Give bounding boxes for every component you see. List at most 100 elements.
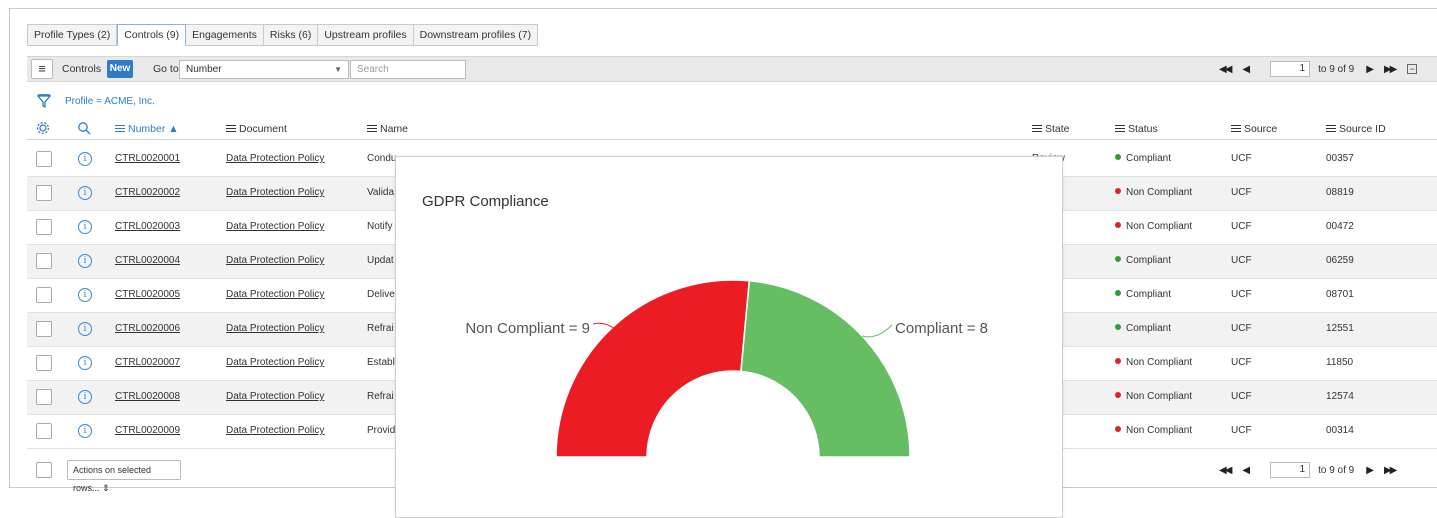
column-header-row: Number ▲ Document Name State Status Sour…: [27, 118, 1437, 140]
control-number-link[interactable]: CTRL0020003: [115, 221, 180, 232]
control-number-link[interactable]: CTRL0020004: [115, 255, 180, 266]
page-range-text: to 9 of 9: [1318, 464, 1355, 476]
info-icon[interactable]: i: [78, 186, 92, 200]
new-button[interactable]: New: [107, 60, 133, 78]
column-header-state[interactable]: State: [1032, 123, 1070, 135]
status-dot-icon: [1115, 290, 1121, 296]
control-number-link[interactable]: CTRL0020006: [115, 323, 180, 334]
tab-engagements[interactable]: Engagements: [186, 24, 264, 46]
row-checkbox[interactable]: [36, 321, 52, 337]
row-checkbox[interactable]: [36, 185, 52, 201]
gear-icon[interactable]: [36, 121, 50, 135]
info-icon[interactable]: i: [78, 254, 92, 268]
document-link[interactable]: Data Protection Policy: [226, 425, 324, 436]
first-page-icon[interactable]: ◀◀: [1219, 64, 1232, 75]
status-dot-icon: [1115, 188, 1121, 194]
column-menu-icon[interactable]: [1326, 125, 1336, 132]
row-checkbox[interactable]: [36, 423, 52, 439]
document-link[interactable]: Data Protection Policy: [226, 323, 324, 334]
document-link[interactable]: Data Protection Policy: [226, 153, 324, 164]
info-icon[interactable]: i: [78, 424, 92, 438]
control-number-link[interactable]: CTRL0020007: [115, 357, 180, 368]
pager-bottom: ◀◀ ◀ 1 to 9 of 9 ▶ ▶▶: [1219, 462, 1397, 478]
column-header-document[interactable]: Document: [226, 123, 287, 135]
filter-breadcrumb: Profile = ACME, Inc.: [37, 92, 155, 110]
row-checkbox[interactable]: [36, 355, 52, 371]
info-icon[interactable]: i: [78, 390, 92, 404]
tab-risks[interactable]: Risks (6): [263, 24, 319, 46]
control-number-link[interactable]: CTRL0020001: [115, 153, 180, 164]
row-checkbox[interactable]: [36, 151, 52, 167]
pager-top: ◀◀ ◀ 1 to 9 of 9 ▶ ▶▶ −: [1219, 61, 1418, 77]
column-menu-icon[interactable]: [226, 125, 236, 132]
column-header-source[interactable]: Source: [1231, 123, 1277, 135]
column-header-label: Source: [1244, 123, 1278, 135]
document-link[interactable]: Data Protection Policy: [226, 221, 324, 232]
status-dot-icon: [1115, 358, 1121, 364]
source-value: UCF: [1231, 357, 1252, 368]
tab-downstream-profiles[interactable]: Downstream profiles (7): [413, 24, 539, 46]
status-label: Compliant: [1126, 323, 1172, 334]
prev-page-icon[interactable]: ◀: [1242, 465, 1250, 476]
filter-condition[interactable]: Profile = ACME, Inc.: [65, 96, 155, 107]
info-icon[interactable]: i: [78, 322, 92, 336]
info-icon[interactable]: i: [78, 152, 92, 166]
column-menu-icon[interactable]: [367, 125, 377, 132]
control-number-link[interactable]: CTRL0020009: [115, 425, 180, 436]
control-number-link[interactable]: CTRL0020005: [115, 289, 180, 300]
control-name: Establ: [367, 357, 395, 368]
source-value: UCF: [1231, 153, 1252, 164]
status-dot-icon: [1115, 392, 1121, 398]
column-header-number[interactable]: Number ▲: [115, 123, 179, 135]
source-value: UCF: [1231, 221, 1252, 232]
column-header-status[interactable]: Status: [1115, 123, 1158, 135]
prev-page-icon[interactable]: ◀: [1242, 64, 1250, 75]
info-icon[interactable]: i: [78, 356, 92, 370]
column-header-name[interactable]: Name: [367, 123, 408, 135]
tab-profile-types[interactable]: Profile Types (2): [27, 24, 118, 46]
info-icon[interactable]: i: [78, 288, 92, 302]
last-page-icon[interactable]: ▶▶: [1384, 465, 1397, 476]
filter-icon[interactable]: [37, 94, 51, 108]
last-page-icon[interactable]: ▶▶: [1384, 64, 1397, 75]
row-checkbox[interactable]: [36, 287, 52, 303]
control-number-link[interactable]: CTRL0020002: [115, 187, 180, 198]
status-dot-icon: [1115, 256, 1121, 262]
document-link[interactable]: Data Protection Policy: [226, 289, 324, 300]
document-link[interactable]: Data Protection Policy: [226, 187, 324, 198]
first-page-icon[interactable]: ◀◀: [1219, 465, 1232, 476]
collapse-icon[interactable]: −: [1407, 64, 1418, 74]
document-link[interactable]: Data Protection Policy: [226, 255, 324, 266]
document-link[interactable]: Data Protection Policy: [226, 391, 324, 402]
column-menu-icon[interactable]: [1115, 125, 1125, 132]
page-number-input[interactable]: 1: [1270, 61, 1311, 77]
select-all-checkbox[interactable]: [36, 462, 52, 478]
tab-controls[interactable]: Controls (9): [117, 24, 187, 46]
search-icon[interactable]: [77, 121, 91, 135]
page-number-input[interactable]: 1: [1270, 462, 1311, 478]
next-page-icon[interactable]: ▶: [1366, 64, 1374, 75]
hamburger-icon[interactable]: ≡: [31, 59, 53, 79]
row-checkbox[interactable]: [36, 253, 52, 269]
column-menu-icon[interactable]: [1032, 125, 1042, 132]
column-menu-icon[interactable]: [115, 125, 125, 132]
document-link[interactable]: Data Protection Policy: [226, 357, 324, 368]
row-checkbox[interactable]: [36, 389, 52, 405]
next-page-icon[interactable]: ▶: [1366, 465, 1374, 476]
column-header-source-id[interactable]: Source ID: [1326, 123, 1386, 135]
info-icon[interactable]: i: [78, 220, 92, 234]
source-value: UCF: [1231, 391, 1252, 402]
actions-on-selected-select[interactable]: Actions on selected rows... ⇕: [67, 460, 181, 493]
source-value: UCF: [1231, 255, 1252, 266]
source-id-value: 00472: [1326, 221, 1354, 232]
gauge-segment-non-compliant[interactable]: [555, 279, 751, 458]
gauge-segment-compliant[interactable]: [740, 279, 911, 458]
goto-field-select[interactable]: Number ▼: [179, 60, 349, 79]
row-checkbox[interactable]: [36, 219, 52, 235]
control-number-link[interactable]: CTRL0020008: [115, 391, 180, 402]
search-input[interactable]: [350, 60, 466, 79]
column-menu-icon[interactable]: [1231, 125, 1241, 132]
tab-upstream-profiles[interactable]: Upstream profiles: [318, 24, 414, 46]
status-value: Non Compliant: [1115, 187, 1192, 198]
status-label: Non Compliant: [1126, 221, 1193, 232]
